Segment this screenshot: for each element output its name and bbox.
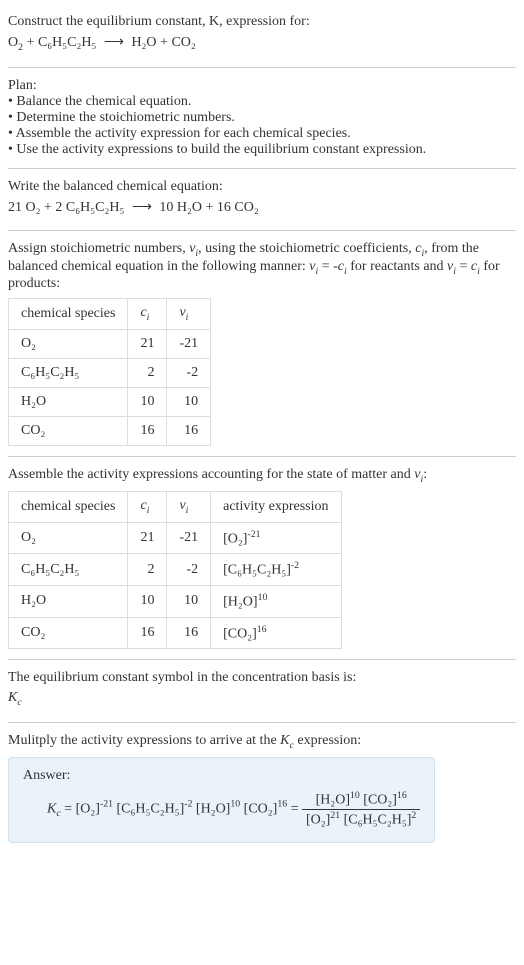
col-ci: ci	[128, 491, 167, 522]
divider	[8, 456, 516, 457]
plan-heading: Plan:	[8, 78, 516, 94]
h2o: H₂O	[131, 35, 156, 50]
kc-symbol: Kc	[8, 690, 516, 708]
arrow-icon: ⟶	[132, 200, 152, 215]
divider	[8, 722, 516, 723]
cell-ci: 10	[128, 388, 167, 417]
plan-bullet: • Balance the chemical equation.	[8, 94, 516, 110]
plan-bullet: • Determine the stoichiometric numbers.	[8, 110, 516, 126]
intro-equation: O2 + C₆H₅C₂H₅ ⟶ H₂O + CO₂	[8, 34, 516, 53]
intro-line1: Construct the equilibrium constant, K, e…	[8, 14, 516, 30]
cell-species: H₂O	[9, 586, 128, 618]
h2o: H₂O	[177, 200, 202, 215]
table-row: CO₂1616[CO₂]16	[9, 617, 342, 649]
cell-nui: 10	[167, 586, 211, 618]
cell-nui: -2	[167, 554, 211, 586]
cell-species: O₂	[9, 330, 128, 359]
ethylbenzene: C₆H₅C₂H₅	[38, 35, 96, 50]
cell-activity: [H₂O]10	[211, 586, 341, 618]
col-species: chemical species	[9, 299, 128, 330]
table-row: O₂21-21	[9, 330, 211, 359]
symbol-text: The equilibrium constant symbol in the c…	[8, 670, 516, 686]
divider	[8, 230, 516, 231]
table-row: C₆H₅C₂H₅2-2[C₆H₅C₂H₅]-2	[9, 554, 342, 586]
arrow-icon: ⟶	[104, 35, 124, 50]
activity-text: Assemble the activity expressions accoun…	[8, 467, 516, 485]
cell-ci: 21	[128, 330, 167, 359]
o2: O2	[8, 35, 23, 50]
balanced-heading: Write the balanced chemical equation:	[8, 179, 516, 195]
balanced-equation: 21 O₂ + 2 C₆H₅C₂H₅ ⟶ 10 H₂O + 16 CO₂	[8, 199, 516, 216]
cell-species: H₂O	[9, 388, 128, 417]
cell-nui: -21	[167, 330, 211, 359]
coef-eb: 2	[55, 200, 62, 215]
cell-activity: [C₆H₅C₂H₅]-2	[211, 554, 341, 586]
cell-species: O₂	[9, 522, 128, 554]
plus: +	[44, 200, 55, 215]
cell-nui: -2	[167, 359, 211, 388]
plan-bullet: • Use the activity expressions to build …	[8, 142, 516, 158]
cell-activity: [O₂]-21	[211, 522, 341, 554]
cell-nui: -21	[167, 522, 211, 554]
cell-nui: 16	[167, 617, 211, 649]
divider	[8, 659, 516, 660]
table-row: H₂O1010[H₂O]10	[9, 586, 342, 618]
plan-section: Plan: • Balance the chemical equation. •…	[8, 72, 516, 164]
col-species: chemical species	[9, 491, 128, 522]
cell-nui: 16	[167, 417, 211, 446]
cell-ci: 10	[128, 586, 167, 618]
answer-expression: Kc = [O₂]-21 [C₆H₅C₂H₅]-2 [H₂O]10 [CO₂]1…	[23, 790, 420, 828]
plus: +	[160, 35, 171, 50]
fraction: [H₂O]10 [CO₂]16 [O₂]21 [C₆H₅C₂H₅]2	[302, 790, 420, 828]
cell-ci: 21	[128, 522, 167, 554]
coef-o2: 21	[8, 200, 22, 215]
cell-species: C₆H₅C₂H₅	[9, 359, 128, 388]
intro-text: Construct the equilibrium constant, K, e…	[8, 14, 310, 29]
cell-ci: 2	[128, 359, 167, 388]
denominator: [O₂]21 [C₆H₅C₂H₅]2	[302, 810, 420, 829]
co2: CO₂	[234, 200, 258, 215]
symbol-section: The equilibrium constant symbol in the c…	[8, 664, 516, 718]
table-row: O₂21-21[O₂]-21	[9, 522, 342, 554]
coef-co2: 16	[217, 200, 231, 215]
o2: O₂	[26, 200, 41, 215]
multiply-text: Mulitply the activity expressions to arr…	[8, 733, 516, 751]
table-header-row: chemical species ci νi	[9, 299, 211, 330]
table-row: C₆H₅C₂H₅2-2	[9, 359, 211, 388]
cell-ci: 2	[128, 554, 167, 586]
table-header-row: chemical species ci νi activity expressi…	[9, 491, 342, 522]
activity-table: chemical species ci νi activity expressi…	[8, 491, 342, 649]
intro-section: Construct the equilibrium constant, K, e…	[8, 8, 516, 63]
answer-box: Answer: Kc = [O₂]-21 [C₆H₅C₂H₅]-2 [H₂O]1…	[8, 757, 435, 843]
coef-h2o: 10	[159, 200, 173, 215]
activity-section: Assemble the activity expressions accoun…	[8, 461, 516, 655]
co2: CO₂	[171, 35, 195, 50]
cell-ci: 16	[128, 417, 167, 446]
cell-species: C₆H₅C₂H₅	[9, 554, 128, 586]
ethylbenzene: C₆H₅C₂H₅	[66, 200, 124, 215]
divider	[8, 168, 516, 169]
cell-species: CO₂	[9, 617, 128, 649]
cell-nui: 10	[167, 388, 211, 417]
stoich-table: chemical species ci νi O₂21-21 C₆H₅C₂H₅2…	[8, 298, 211, 446]
answer-label: Answer:	[23, 768, 420, 784]
stoich-section: Assign stoichiometric numbers, νi, using…	[8, 235, 516, 452]
table-row: H₂O1010	[9, 388, 211, 417]
cell-activity: [CO₂]16	[211, 617, 341, 649]
col-nui: νi	[167, 491, 211, 522]
divider	[8, 67, 516, 68]
balanced-section: Write the balanced chemical equation: 21…	[8, 173, 516, 226]
table-row: CO₂1616	[9, 417, 211, 446]
col-ci: ci	[128, 299, 167, 330]
plus: +	[206, 200, 217, 215]
plan-bullet: • Assemble the activity expression for e…	[8, 126, 516, 142]
stoich-text: Assign stoichiometric numbers, νi, using…	[8, 241, 516, 293]
cell-ci: 16	[128, 617, 167, 649]
cell-species: CO₂	[9, 417, 128, 446]
plus: +	[27, 35, 38, 50]
col-nui: νi	[167, 299, 211, 330]
multiply-section: Mulitply the activity expressions to arr…	[8, 727, 516, 849]
col-activity: activity expression	[211, 491, 341, 522]
numerator: [H₂O]10 [CO₂]16	[302, 790, 420, 810]
